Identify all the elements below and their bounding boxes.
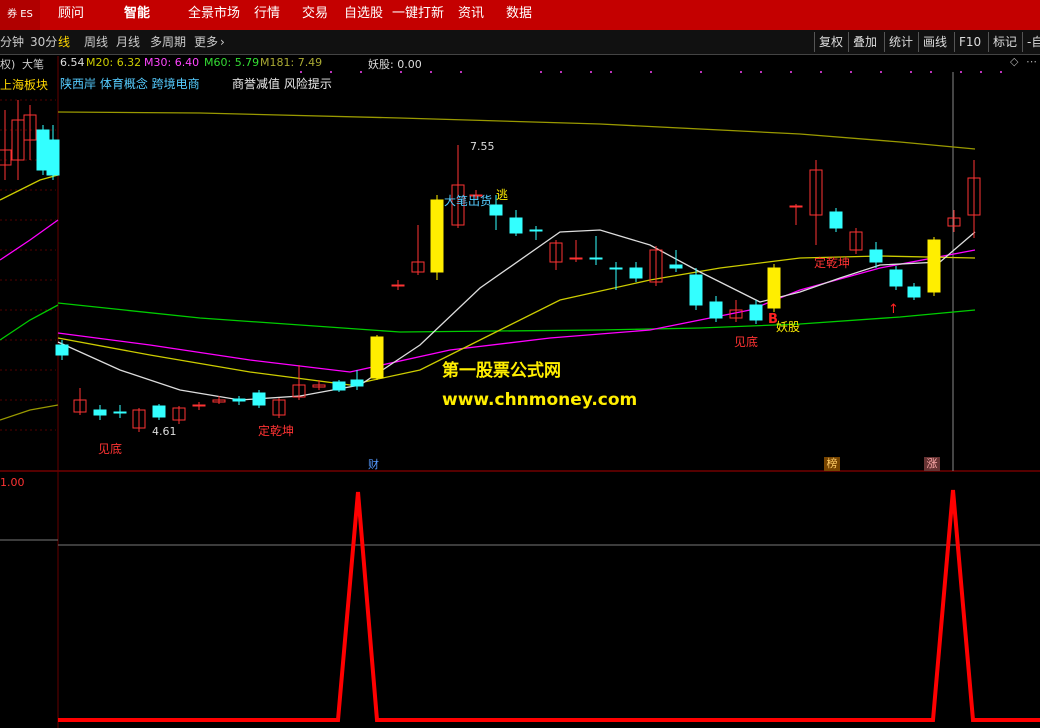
signal-buy: B: [768, 312, 778, 327]
signal-dot: [610, 71, 612, 73]
candle-body: [907, 286, 921, 298]
signal-dot: [850, 71, 852, 73]
left-ma-magenta: [0, 219, 59, 261]
left-ma-yellow: [0, 174, 59, 201]
signal-dot: [980, 71, 982, 73]
signal-dot: [590, 71, 592, 73]
signal-dot: [650, 71, 652, 73]
signal-dot: [760, 71, 762, 73]
signal-dot: [960, 71, 962, 73]
ma60-line: [57, 302, 976, 333]
signal-dot: [700, 71, 702, 73]
candle-body: [370, 336, 384, 379]
candle-body: [789, 205, 803, 208]
candle-body: [609, 267, 623, 270]
signal-dot: [540, 71, 542, 73]
candle-body: [430, 199, 444, 273]
candle-body: [869, 249, 883, 263]
candle-body: [767, 267, 781, 309]
event-tag-limitup[interactable]: 涨: [924, 457, 940, 471]
candle-body: [529, 229, 543, 232]
signal-jiandi-1: 见底: [98, 442, 123, 456]
candle-body: [669, 264, 683, 269]
left-ma-green: [0, 304, 59, 341]
candle-body: [889, 269, 903, 287]
low-price-label: 4.61: [152, 425, 177, 438]
candle-body: [589, 257, 603, 260]
signal-dot: [460, 71, 462, 73]
candle-body: [350, 379, 364, 387]
signal-dot: [400, 71, 402, 73]
candle-body: [152, 405, 166, 418]
ma181-line: [57, 111, 976, 150]
signal-dot: [430, 71, 432, 73]
signal-dabichuhuo: 大笔出货: [444, 194, 493, 208]
signal-dot: [1000, 71, 1002, 73]
candle-body: [927, 239, 941, 293]
signal-dot: [880, 71, 882, 73]
candle-body: [391, 284, 405, 287]
candle-body: [749, 304, 763, 321]
signal-dot: [300, 71, 302, 73]
event-tag-finance[interactable]: 财: [368, 456, 379, 472]
signal-dot: [740, 71, 742, 73]
up-arrow-icon: ↑: [888, 302, 899, 317]
signal-dingqiankun-1: 定乾坤: [258, 424, 295, 438]
signal-dot: [330, 71, 332, 73]
candle-body: [192, 404, 206, 407]
signal-dot: [930, 71, 932, 73]
candle-body: [709, 301, 723, 319]
signal-tao: 逃: [496, 188, 509, 202]
candle-body: [629, 267, 643, 279]
signal-dingqiankun-2: 定乾坤: [814, 256, 851, 270]
signal-dot: [910, 71, 912, 73]
event-tag-rank[interactable]: 榜: [824, 457, 840, 471]
candle-body: [113, 411, 127, 414]
signal-yaogu: 妖股: [776, 320, 801, 334]
candle-body: [55, 344, 69, 356]
lower-scale-top: 1.00: [0, 476, 25, 489]
candle-body: [829, 211, 843, 229]
left-ma-olive: [0, 404, 59, 421]
signal-dot: [790, 71, 792, 73]
watermark-title: 第一股票公式网: [442, 361, 561, 381]
signal-dot: [360, 71, 362, 73]
lower-signal-line: [58, 489, 1040, 722]
candle-body: [332, 381, 346, 391]
signal-jiandi-2: 见底: [734, 335, 759, 349]
candle-body: [232, 398, 246, 402]
candle-body: [252, 392, 266, 406]
watermark-url: www.chnmoney.com: [442, 390, 638, 410]
signal-dot: [820, 71, 822, 73]
candle-body: [689, 274, 703, 306]
candle-body: [93, 409, 107, 416]
signal-dot: [560, 71, 562, 73]
candle-body: [509, 217, 523, 234]
candle-body: [569, 257, 583, 260]
candle-body: [46, 139, 60, 176]
high-price-label: 7.55: [470, 140, 495, 153]
